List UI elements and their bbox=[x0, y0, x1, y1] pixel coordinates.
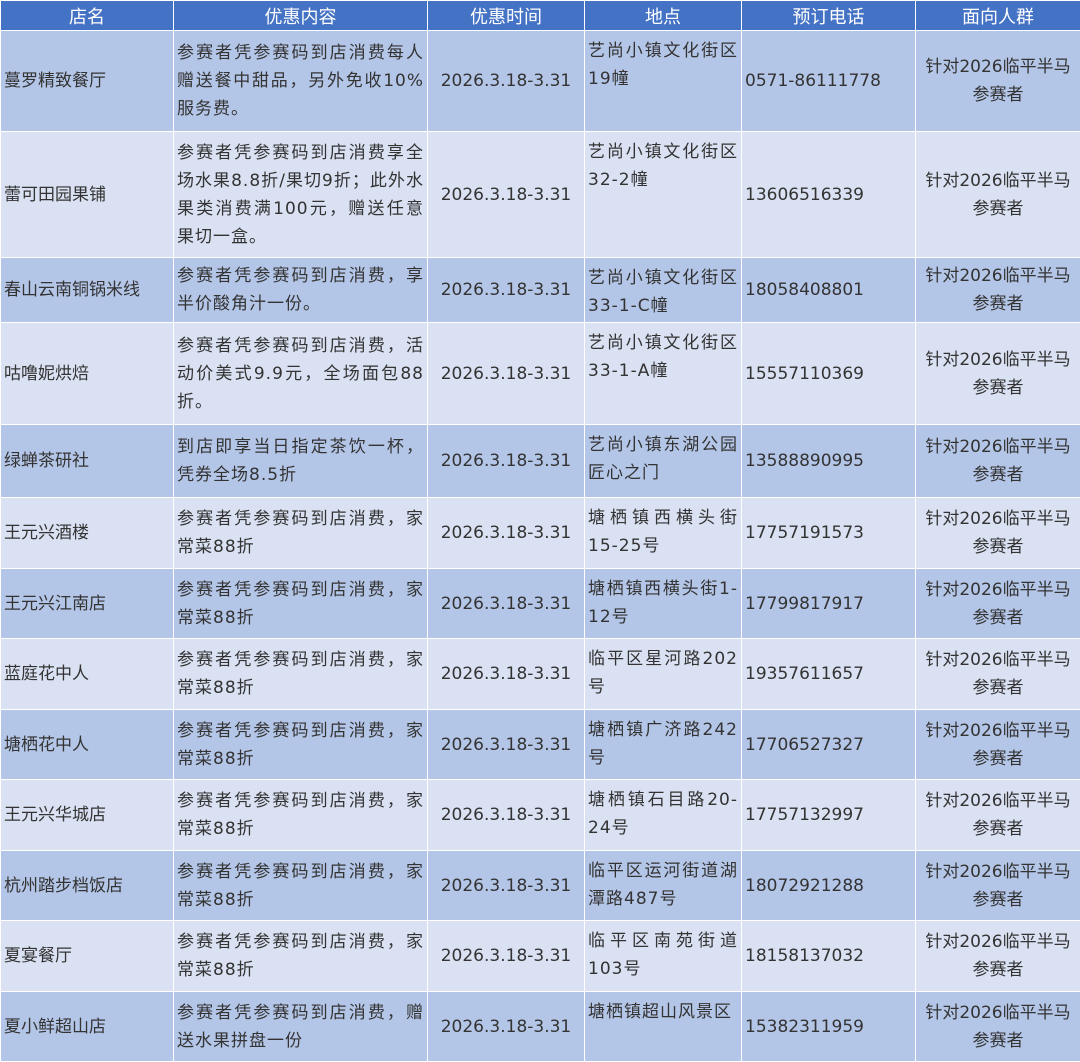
header-location: 地点 bbox=[584, 0, 742, 31]
target-audience: 针对2026临平半马参赛者 bbox=[915, 638, 1080, 710]
offer-text: 参赛者凭参赛码到店消费，家常菜88折 bbox=[173, 497, 428, 569]
discount-table: 店名 优惠内容 优惠时间 地点 预订电话 面向人群 蔓罗精致餐厅 参赛者凭参赛码… bbox=[0, 0, 1080, 1062]
store-location: 塘栖镇西横头街15-25号 bbox=[584, 497, 742, 569]
table-row: 夏小鲜超山店 参赛者凭参赛码到店消费，赠送水果拼盘一份 2026.3.18-3.… bbox=[0, 991, 1080, 1062]
store-name: 王元兴江南店 bbox=[0, 568, 174, 639]
store-name: 春山云南铜锅米线 bbox=[0, 257, 174, 323]
booking-phone: 15557110369 bbox=[741, 322, 916, 425]
offer-period: 2026.3.18-3.31 bbox=[427, 779, 585, 851]
table-row: 塘栖花中人 参赛者凭参赛码到店消费，家常菜88折 2026.3.18-3.31 … bbox=[0, 709, 1080, 780]
target-audience: 针对2026临平半马参赛者 bbox=[915, 779, 1080, 851]
table-row: 绿蝉茶研社 到店即享当日指定茶饮一杯，凭券全场8.5折 2026.3.18-3.… bbox=[0, 424, 1080, 498]
booking-phone: 19357611657 bbox=[741, 638, 916, 710]
store-name: 夏小鲜超山店 bbox=[0, 991, 174, 1062]
store-location: 临平区南苑街道103号 bbox=[584, 920, 742, 992]
offer-text: 参赛者凭参赛码到店消费，家常菜88折 bbox=[173, 779, 428, 851]
store-name: 绿蝉茶研社 bbox=[0, 424, 174, 498]
offer-text: 参赛者凭参赛码到店消费每人赠送餐中甜品，另外免收10%服务费。 bbox=[173, 30, 428, 132]
target-audience: 针对2026临平半马参赛者 bbox=[915, 991, 1080, 1062]
booking-phone: 0571-86111778 bbox=[741, 30, 916, 132]
store-name: 夏宴餐厅 bbox=[0, 920, 174, 992]
table-row: 王元兴江南店 参赛者凭参赛码到店消费，家常菜88折 2026.3.18-3.31… bbox=[0, 568, 1080, 639]
target-audience: 针对2026临平半马参赛者 bbox=[915, 30, 1080, 132]
offer-text: 参赛者凭参赛码到店消费，活动价美式9.9元，全场面包88折。 bbox=[173, 322, 428, 425]
offer-period: 2026.3.18-3.31 bbox=[427, 131, 585, 258]
booking-phone: 17757191573 bbox=[741, 497, 916, 569]
offer-period: 2026.3.18-3.31 bbox=[427, 638, 585, 710]
table-row: 杭州踏步档饭店 参赛者凭参赛码到店消费，家常菜88折 2026.3.18-3.3… bbox=[0, 850, 1080, 921]
booking-phone: 13588890995 bbox=[741, 424, 916, 498]
offer-period: 2026.3.18-3.31 bbox=[427, 991, 585, 1062]
store-name: 王元兴华城店 bbox=[0, 779, 174, 851]
store-name: 王元兴酒楼 bbox=[0, 497, 174, 569]
offer-text: 参赛者凭参赛码到店消费，赠送水果拼盘一份 bbox=[173, 991, 428, 1062]
booking-phone: 13606516339 bbox=[741, 131, 916, 258]
header-period: 优惠时间 bbox=[427, 0, 585, 31]
offer-period: 2026.3.18-3.31 bbox=[427, 568, 585, 639]
store-location: 临平区星河路202号 bbox=[584, 638, 742, 710]
header-store-name: 店名 bbox=[0, 0, 174, 31]
target-audience: 针对2026临平半马参赛者 bbox=[915, 257, 1080, 323]
booking-phone: 17757132997 bbox=[741, 779, 916, 851]
offer-text: 参赛者凭参赛码到店消费，家常菜88折 bbox=[173, 568, 428, 639]
store-location: 塘栖镇广济路242号 bbox=[584, 709, 742, 780]
target-audience: 针对2026临平半马参赛者 bbox=[915, 568, 1080, 639]
table-row: 咕噜妮烘焙 参赛者凭参赛码到店消费，活动价美式9.9元，全场面包88折。 202… bbox=[0, 322, 1080, 425]
header-row: 店名 优惠内容 优惠时间 地点 预订电话 面向人群 bbox=[0, 0, 1080, 31]
target-audience: 针对2026临平半马参赛者 bbox=[915, 850, 1080, 921]
target-audience: 针对2026临平半马参赛者 bbox=[915, 709, 1080, 780]
header-offer: 优惠内容 bbox=[173, 0, 428, 31]
store-location: 临平区运河街道湖潭路487号 bbox=[584, 850, 742, 921]
store-name: 蕾可田园果铺 bbox=[0, 131, 174, 258]
offer-period: 2026.3.18-3.31 bbox=[427, 30, 585, 132]
table-row: 夏宴餐厅 参赛者凭参赛码到店消费，家常菜88折 2026.3.18-3.31 临… bbox=[0, 920, 1080, 992]
store-name: 塘栖花中人 bbox=[0, 709, 174, 780]
target-audience: 针对2026临平半马参赛者 bbox=[915, 424, 1080, 498]
offer-period: 2026.3.18-3.31 bbox=[427, 850, 585, 921]
store-name: 咕噜妮烘焙 bbox=[0, 322, 174, 425]
header-audience: 面向人群 bbox=[915, 0, 1080, 31]
store-location: 艺尚小镇文化街区19幢 bbox=[584, 30, 742, 132]
store-location: 艺尚小镇东湖公园匠心之门 bbox=[584, 424, 742, 498]
table-row: 王元兴华城店 参赛者凭参赛码到店消费，家常菜88折 2026.3.18-3.31… bbox=[0, 779, 1080, 851]
offer-period: 2026.3.18-3.31 bbox=[427, 257, 585, 323]
target-audience: 针对2026临平半马参赛者 bbox=[915, 920, 1080, 992]
store-name: 蓝庭花中人 bbox=[0, 638, 174, 710]
offer-text: 参赛者凭参赛码到店消费，家常菜88折 bbox=[173, 850, 428, 921]
offer-text: 参赛者凭参赛码到店消费享全场水果8.8折/果切9折；此外水果类消费满100元，赠… bbox=[173, 131, 428, 258]
booking-phone: 18158137032 bbox=[741, 920, 916, 992]
booking-phone: 18058408801 bbox=[741, 257, 916, 323]
store-location: 艺尚小镇文化街区32-2幢 bbox=[584, 131, 742, 258]
offer-text: 参赛者凭参赛码到店消费，家常菜88折 bbox=[173, 920, 428, 992]
offer-text: 参赛者凭参赛码到店消费，家常菜88折 bbox=[173, 709, 428, 780]
target-audience: 针对2026临平半马参赛者 bbox=[915, 497, 1080, 569]
table-row: 春山云南铜锅米线 参赛者凭参赛码到店消费，享半价酸角汁一份。 2026.3.18… bbox=[0, 257, 1080, 323]
offer-text: 到店即享当日指定茶饮一杯，凭券全场8.5折 bbox=[173, 424, 428, 498]
store-location: 塘栖镇超山风景区 bbox=[584, 991, 742, 1062]
store-location: 塘栖镇西横头街1-12号 bbox=[584, 568, 742, 639]
table-row: 蕾可田园果铺 参赛者凭参赛码到店消费享全场水果8.8折/果切9折；此外水果类消费… bbox=[0, 131, 1080, 258]
booking-phone: 18072921288 bbox=[741, 850, 916, 921]
store-location: 艺尚小镇文化街区33-1-A幢 bbox=[584, 322, 742, 425]
offer-period: 2026.3.18-3.31 bbox=[427, 920, 585, 992]
header-phone: 预订电话 bbox=[741, 0, 916, 31]
booking-phone: 17706527327 bbox=[741, 709, 916, 780]
offer-period: 2026.3.18-3.31 bbox=[427, 709, 585, 780]
store-name: 蔓罗精致餐厅 bbox=[0, 30, 174, 132]
target-audience: 针对2026临平半马参赛者 bbox=[915, 131, 1080, 258]
table-row: 蓝庭花中人 参赛者凭参赛码到店消费，家常菜88折 2026.3.18-3.31 … bbox=[0, 638, 1080, 710]
store-location: 塘栖镇石目路20-24号 bbox=[584, 779, 742, 851]
offer-period: 2026.3.18-3.31 bbox=[427, 424, 585, 498]
offer-text: 参赛者凭参赛码到店消费，家常菜88折 bbox=[173, 638, 428, 710]
offer-text: 参赛者凭参赛码到店消费，享半价酸角汁一份。 bbox=[173, 257, 428, 323]
store-name: 杭州踏步档饭店 bbox=[0, 850, 174, 921]
table-row: 王元兴酒楼 参赛者凭参赛码到店消费，家常菜88折 2026.3.18-3.31 … bbox=[0, 497, 1080, 569]
target-audience: 针对2026临平半马参赛者 bbox=[915, 322, 1080, 425]
offer-period: 2026.3.18-3.31 bbox=[427, 497, 585, 569]
booking-phone: 17799817917 bbox=[741, 568, 916, 639]
offer-period: 2026.3.18-3.31 bbox=[427, 322, 585, 425]
booking-phone: 15382311959 bbox=[741, 991, 916, 1062]
table-row: 蔓罗精致餐厅 参赛者凭参赛码到店消费每人赠送餐中甜品，另外免收10%服务费。 2… bbox=[0, 30, 1080, 132]
store-location: 艺尚小镇文化街区33-1-C幢 bbox=[584, 257, 742, 323]
